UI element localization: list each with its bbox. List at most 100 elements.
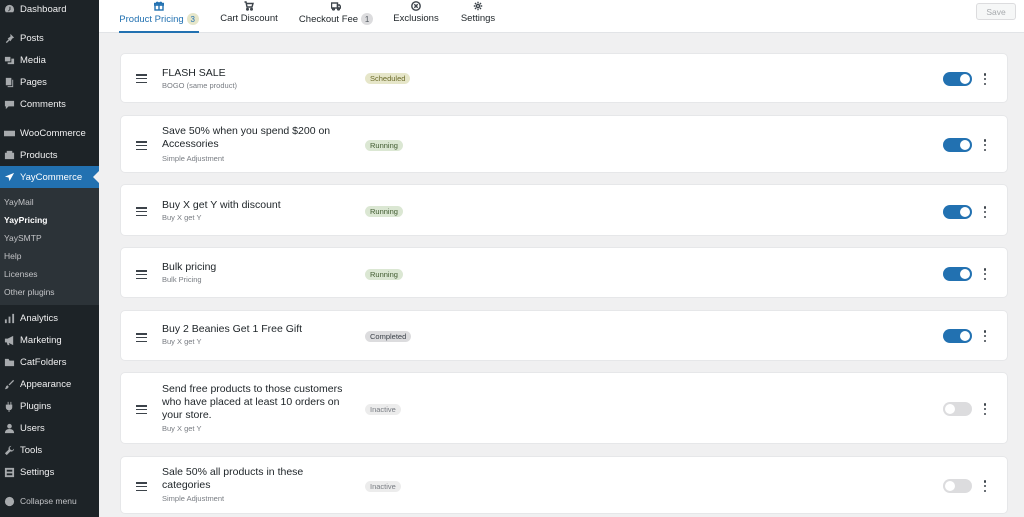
submenu-item-yaypricing[interactable]: YayPricing: [4, 215, 47, 225]
woo-icon: [3, 127, 15, 139]
wrench-icon: [3, 444, 15, 456]
collapse-menu-button[interactable]: Collapse menu: [0, 490, 99, 512]
tab-label: Checkout Fee: [298, 13, 359, 25]
menu-item-pages[interactable]: Pages: [0, 71, 99, 93]
status-badge: Running: [365, 206, 403, 217]
submenu-item-other-plugins[interactable]: Other plugins: [4, 287, 55, 297]
rule-card[interactable]: Save 50% when you spend $200 on Accessor…: [120, 115, 1008, 173]
more-options-icon[interactable]: [982, 73, 988, 85]
status-badge: Inactive: [365, 481, 401, 492]
x-circle-icon: [411, 0, 421, 11]
megaphone-icon: [3, 334, 15, 346]
rule-card[interactable]: Send free products to those customers wh…: [120, 372, 1008, 444]
menu-item-yaycommerce[interactable]: YayCommerce: [0, 166, 99, 188]
rule-toggle[interactable]: [943, 267, 972, 281]
rule-title: Sale 50% all products in these categorie…: [162, 466, 304, 491]
rule-type: Buy X get Y: [162, 337, 202, 346]
tab-label: Product Pricing: [119, 13, 184, 25]
plug-icon: [3, 400, 15, 412]
rule-title: Send free products to those customers wh…: [162, 383, 343, 421]
rule-toggle[interactable]: [943, 205, 972, 219]
menu-label: Users: [20, 422, 45, 434]
tab-settings[interactable]: Settings: [459, 0, 497, 33]
menu-item-settings[interactable]: Settings: [0, 461, 99, 483]
menu-item-users[interactable]: Users: [0, 417, 99, 439]
menu-label: Appearance: [20, 378, 72, 390]
tab-count-badge: 1: [361, 13, 374, 25]
comment-icon: [3, 98, 15, 110]
tab-checkout-fee[interactable]: Checkout Fee 1: [298, 0, 374, 33]
status-badge: Running: [365, 269, 403, 280]
more-options-icon[interactable]: [982, 139, 988, 151]
menu-item-products[interactable]: Products: [0, 144, 99, 166]
rule-card[interactable]: Sale 50% all products in these categorie…: [120, 456, 1008, 514]
status-badge: Inactive: [365, 404, 401, 415]
media-icon: [3, 54, 15, 66]
pin-icon: [3, 32, 15, 44]
menu-item-analytics[interactable]: Analytics: [0, 307, 99, 329]
rule-card[interactable]: Buy X get Y with discount Buy X get Y Ru…: [120, 184, 1008, 236]
rule-toggle[interactable]: [943, 329, 972, 343]
active-indicator: [93, 171, 99, 183]
admin-sidebar: Dashboard Posts Media Pages Comments Woo…: [0, 0, 99, 517]
user-icon: [3, 422, 15, 434]
drag-handle-icon[interactable]: [136, 207, 147, 216]
rule-title: Buy 2 Beanies Get 1 Free Gift: [162, 323, 303, 335]
rule-card[interactable]: Buy 2 Beanies Get 1 Free Gift Buy X get …: [120, 310, 1008, 361]
menu-label: Posts: [20, 32, 44, 44]
menu-item-posts[interactable]: Posts: [0, 27, 99, 49]
menu-item-marketing[interactable]: Marketing: [0, 329, 99, 351]
menu-item-tools[interactable]: Tools: [0, 439, 99, 461]
submenu-item-yaysmtp[interactable]: YaySMTP: [4, 233, 42, 243]
more-options-icon[interactable]: [982, 268, 988, 280]
drag-handle-icon[interactable]: [136, 270, 147, 279]
rule-toggle[interactable]: [943, 72, 972, 86]
rule-toggle[interactable]: [943, 402, 972, 416]
more-options-icon[interactable]: [982, 480, 988, 492]
more-options-icon[interactable]: [982, 206, 988, 218]
rule-toggle[interactable]: [943, 479, 972, 493]
menu-label: Products: [20, 149, 58, 161]
rule-toggle[interactable]: [943, 138, 972, 152]
status-badge: Running: [365, 140, 403, 151]
menu-item-catfolders[interactable]: CatFolders: [0, 351, 99, 373]
drag-handle-icon[interactable]: [136, 74, 147, 83]
tab-label: Cart Discount: [220, 13, 278, 24]
menu-item-comments[interactable]: Comments: [0, 93, 99, 115]
cart-icon: [244, 0, 254, 11]
drag-handle-icon[interactable]: [136, 405, 147, 414]
status-badge: Scheduled: [365, 73, 411, 84]
tab-count-badge: 3: [186, 13, 199, 25]
settings-icon: [3, 466, 15, 478]
menu-label: YayCommerce: [20, 171, 83, 183]
tab-cart-discount[interactable]: Cart Discount: [218, 0, 280, 33]
drag-handle-icon[interactable]: [136, 141, 147, 150]
rule-card[interactable]: Bulk pricing Bulk Pricing Running: [120, 247, 1008, 298]
tab-exclusions[interactable]: Exclusions: [392, 0, 440, 33]
save-button[interactable]: Save: [976, 3, 1016, 20]
menu-item-plugins[interactable]: Plugins: [0, 395, 99, 417]
rule-type: Buy X get Y: [162, 424, 202, 433]
submenu-item-yaymail[interactable]: YayMail: [4, 197, 34, 207]
menu-item-woocommerce[interactable]: WooCommerce: [0, 122, 99, 144]
products-icon: [3, 149, 15, 161]
drag-handle-icon[interactable]: [136, 333, 147, 342]
menu-item-appearance[interactable]: Appearance: [0, 373, 99, 395]
submenu-item-help[interactable]: Help: [4, 251, 21, 261]
menu-label: WooCommerce: [20, 127, 86, 139]
menu-item-media[interactable]: Media: [0, 49, 99, 71]
drag-handle-icon[interactable]: [136, 482, 147, 491]
rule-type: BOGO (same product): [162, 81, 238, 90]
tab-product-pricing[interactable]: Product Pricing 3: [119, 0, 199, 33]
more-options-icon[interactable]: [982, 403, 988, 415]
submenu-item-licenses[interactable]: Licenses: [4, 269, 38, 279]
more-options-icon[interactable]: [982, 330, 988, 342]
menu-label: Dashboard: [20, 3, 67, 15]
rule-type: Simple Adjustment: [162, 494, 225, 503]
menu-item-dashboard[interactable]: Dashboard: [0, 0, 99, 20]
menu-label: CatFolders: [20, 356, 67, 368]
menu-label: Plugins: [20, 400, 52, 412]
rule-title: Save 50% when you spend $200 on Accessor…: [162, 125, 331, 150]
menu-label: Pages: [20, 76, 47, 88]
rule-card[interactable]: FLASH SALE BOGO (same product) Scheduled: [120, 53, 1008, 103]
